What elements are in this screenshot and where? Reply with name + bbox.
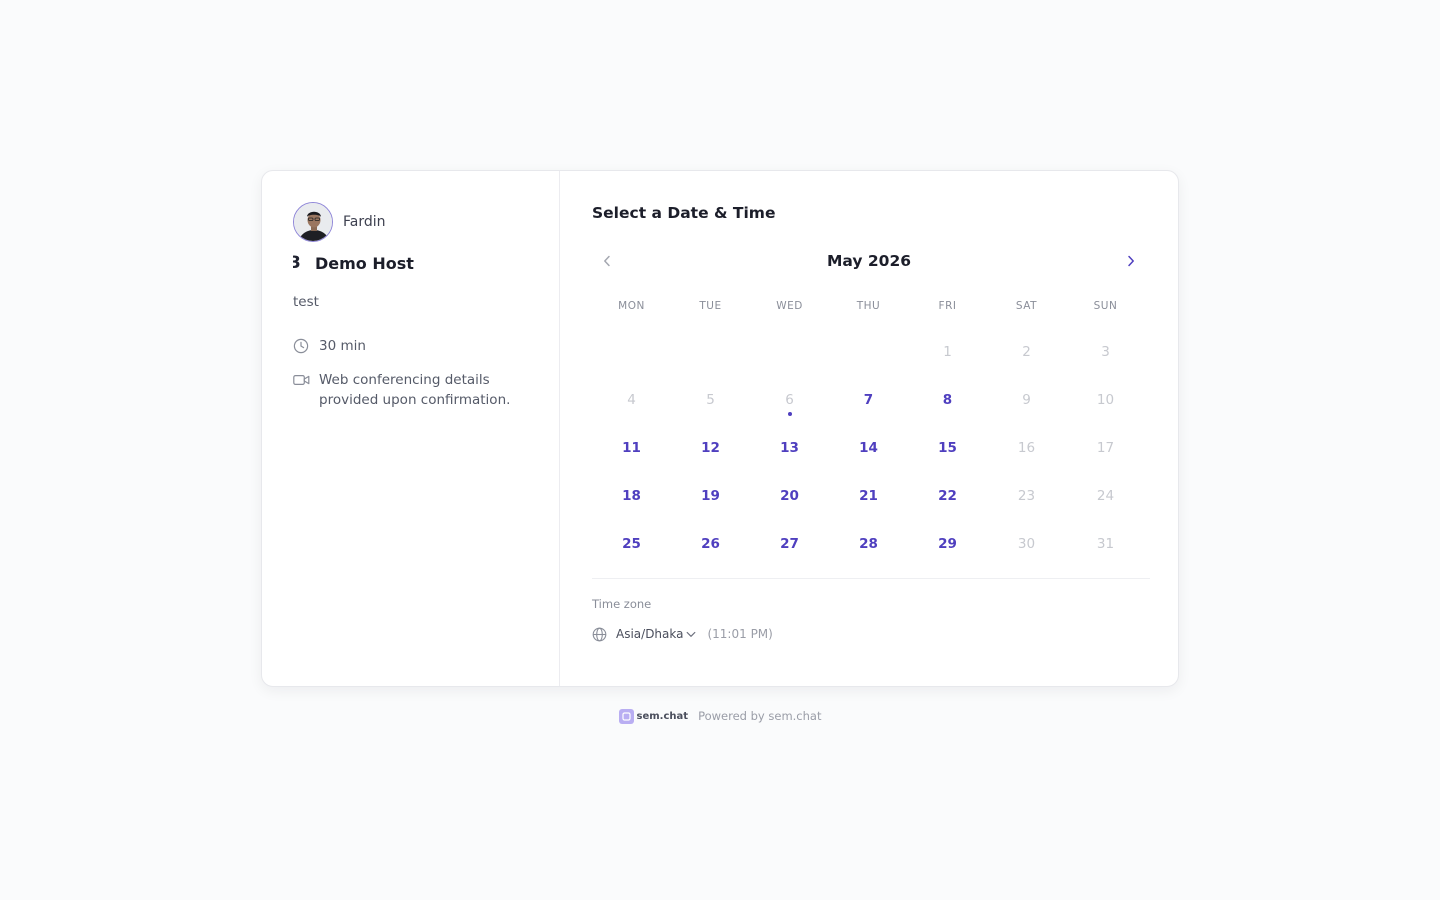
event-title: Demo Host [315, 253, 414, 273]
chevron-right-icon [1128, 255, 1134, 267]
calendar-day-27[interactable]: 27 [750, 520, 829, 568]
calendar-day-9: 9 [1022, 392, 1031, 408]
timezone-select[interactable]: Asia/Dhaka [616, 627, 696, 641]
weekday-thu: THU [856, 300, 881, 312]
calendar-day-23: 23 [1017, 488, 1036, 504]
timezone-value: Asia/Dhaka [616, 627, 684, 641]
weekday-fri: FRI [938, 300, 957, 312]
date-time-panel: Select a Date & Time May 2026 MON TUE WED T… [560, 171, 1178, 686]
calendar-day-30: 30 [1017, 536, 1036, 552]
event-title-glyph: 3 [293, 253, 315, 273]
calendar-day-20[interactable]: 20 [750, 472, 829, 520]
event-duration: 30 min [319, 338, 366, 354]
calendar-day-7[interactable]: 7 [829, 376, 908, 424]
calendar-day-22[interactable]: 22 [908, 472, 987, 520]
footer: sem.chat Powered by sem.chat [0, 708, 1440, 724]
calendar-day-21[interactable]: 21 [829, 472, 908, 520]
calendar-day-15[interactable]: 15 [908, 424, 987, 472]
weekday-wed: WED [776, 300, 803, 312]
event-title-row: 3 Demo Host [293, 253, 559, 273]
weekday-header: MON TUE WED THU FRI SAT SUN [592, 299, 1146, 313]
brand-link[interactable]: sem.chat [618, 708, 689, 724]
weekday-mon: MON [618, 300, 645, 312]
calendar-day-31: 31 [1096, 536, 1115, 552]
calendar-day-19[interactable]: 19 [671, 472, 750, 520]
calendar-day-2: 2 [1022, 344, 1031, 360]
host-avatar [293, 202, 333, 242]
video-camera-icon [293, 370, 319, 390]
calendar-day-1: 1 [943, 344, 952, 360]
calendar-day-24: 24 [1096, 488, 1115, 504]
timezone-current-time: (11:01 PM) [707, 627, 773, 641]
duration-row: 30 min [293, 336, 559, 356]
calendar-day-10: 10 [1096, 392, 1115, 408]
timezone-label: Time zone [592, 597, 652, 611]
calendar-grid: 1 2 3 4 5 6 7 8 9 10 11 12 13 14 15 16 17 18 19 20 21 22 23 24 2… [592, 328, 1146, 568]
weekday-tue: TUE [699, 300, 722, 312]
powered-by-text: Powered by sem.chat [698, 709, 822, 723]
calendar-day-18[interactable]: 18 [592, 472, 671, 520]
weekday-sun: SUN [1093, 300, 1118, 312]
calendar-day-6: 6 [750, 376, 829, 424]
host-row: Fardin [293, 202, 559, 242]
calendar-day-26[interactable]: 26 [671, 520, 750, 568]
calendar-day-4: 4 [627, 392, 636, 408]
calendar-day-17: 17 [1096, 440, 1115, 456]
calendar-day-16: 16 [1017, 440, 1036, 456]
timezone-row: Asia/Dhaka (11:01 PM) [592, 624, 1150, 644]
location-row: Web conferencing details provided upon c… [293, 370, 559, 410]
event-location: Web conferencing details provided upon c… [319, 372, 511, 408]
host-name: Fardin [343, 214, 386, 230]
booking-card: Fardin 3 Demo Host test 30 min [261, 170, 1179, 687]
month-label: May 2026 [826, 252, 912, 270]
calendar-day-25[interactable]: 25 [592, 520, 671, 568]
calendar-day-13[interactable]: 13 [750, 424, 829, 472]
month-navigation: May 2026 [592, 250, 1146, 272]
chevron-left-icon [604, 255, 610, 267]
event-description: test [293, 294, 319, 310]
weekday-sat: SAT [1015, 300, 1038, 312]
calendar-day-5: 5 [706, 392, 715, 408]
divider [592, 578, 1150, 579]
globe-icon [592, 627, 607, 641]
event-details-panel: Fardin 3 Demo Host test 30 min [262, 171, 560, 686]
next-month-button[interactable] [1116, 250, 1146, 272]
chevron-down-icon [687, 631, 696, 637]
calendar-day-29[interactable]: 29 [908, 520, 987, 568]
calendar-day-14[interactable]: 14 [829, 424, 908, 472]
calendar-day-3: 3 [1101, 344, 1110, 360]
brand-name: sem.chat [636, 710, 689, 722]
section-title: Select a Date & Time [592, 204, 776, 222]
sem-chat-logo-icon [618, 708, 634, 724]
calendar-day-28[interactable]: 28 [829, 520, 908, 568]
calendar-day-8[interactable]: 8 [908, 376, 987, 424]
previous-month-button[interactable] [592, 250, 622, 272]
clock-icon [293, 336, 319, 356]
calendar-day-12[interactable]: 12 [671, 424, 750, 472]
calendar-day-11[interactable]: 11 [592, 424, 671, 472]
